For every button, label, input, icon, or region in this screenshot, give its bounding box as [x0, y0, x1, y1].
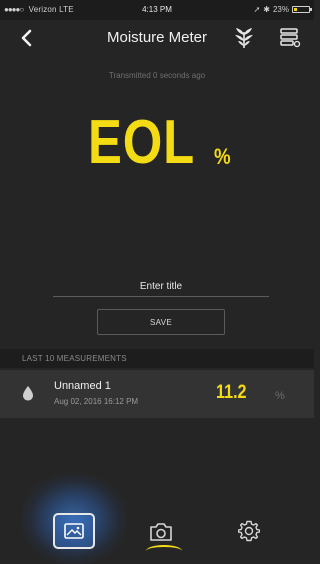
water-drop-icon	[23, 386, 33, 401]
device-list-icon	[280, 28, 301, 48]
plant-button[interactable]	[232, 26, 256, 50]
measurement-date: Aug 02, 2016 16:12 PM	[54, 397, 139, 406]
transmitted-status: Transmitted 0 seconds ago	[108, 71, 206, 80]
measurements-header-label: LAST 10 MEASUREMENTS	[22, 354, 127, 363]
tab-settings[interactable]	[237, 520, 261, 542]
page-title: Moisture Meter	[106, 29, 208, 46]
status-bar: ●●●●○ Verizon LTE 4:13 PM ➚ ✱ 23%	[0, 0, 314, 20]
measurement-name: Unnamed 1	[54, 380, 111, 392]
nav-bar: Moisture Meter	[0, 20, 314, 56]
measurement-value: 11.2	[216, 382, 247, 403]
bluetooth-icon: ✱	[263, 5, 270, 14]
gear-icon	[237, 520, 261, 542]
tab-camera[interactable]	[148, 521, 174, 543]
reading-unit: %	[214, 144, 231, 169]
moisture-reading: EOL	[88, 108, 195, 177]
battery-percent: 23%	[272, 5, 289, 14]
title-input[interactable]	[53, 276, 269, 297]
tab-gallery[interactable]	[53, 513, 95, 549]
device-list-button[interactable]	[278, 26, 302, 50]
leaves-icon	[235, 28, 253, 48]
measurement-row[interactable]: Unnamed 1 Aug 02, 2016 16:12 PM 11.2 %	[0, 370, 314, 418]
save-button[interactable]: SAVE	[97, 309, 225, 335]
camera-indicator	[146, 545, 182, 557]
battery-icon	[292, 6, 312, 13]
gallery-icon	[64, 523, 84, 539]
measurements-header: LAST 10 MEASUREMENTS	[0, 349, 314, 368]
location-icon: ➚	[253, 5, 261, 14]
measurement-unit: %	[275, 390, 285, 402]
camera-icon	[150, 523, 172, 541]
